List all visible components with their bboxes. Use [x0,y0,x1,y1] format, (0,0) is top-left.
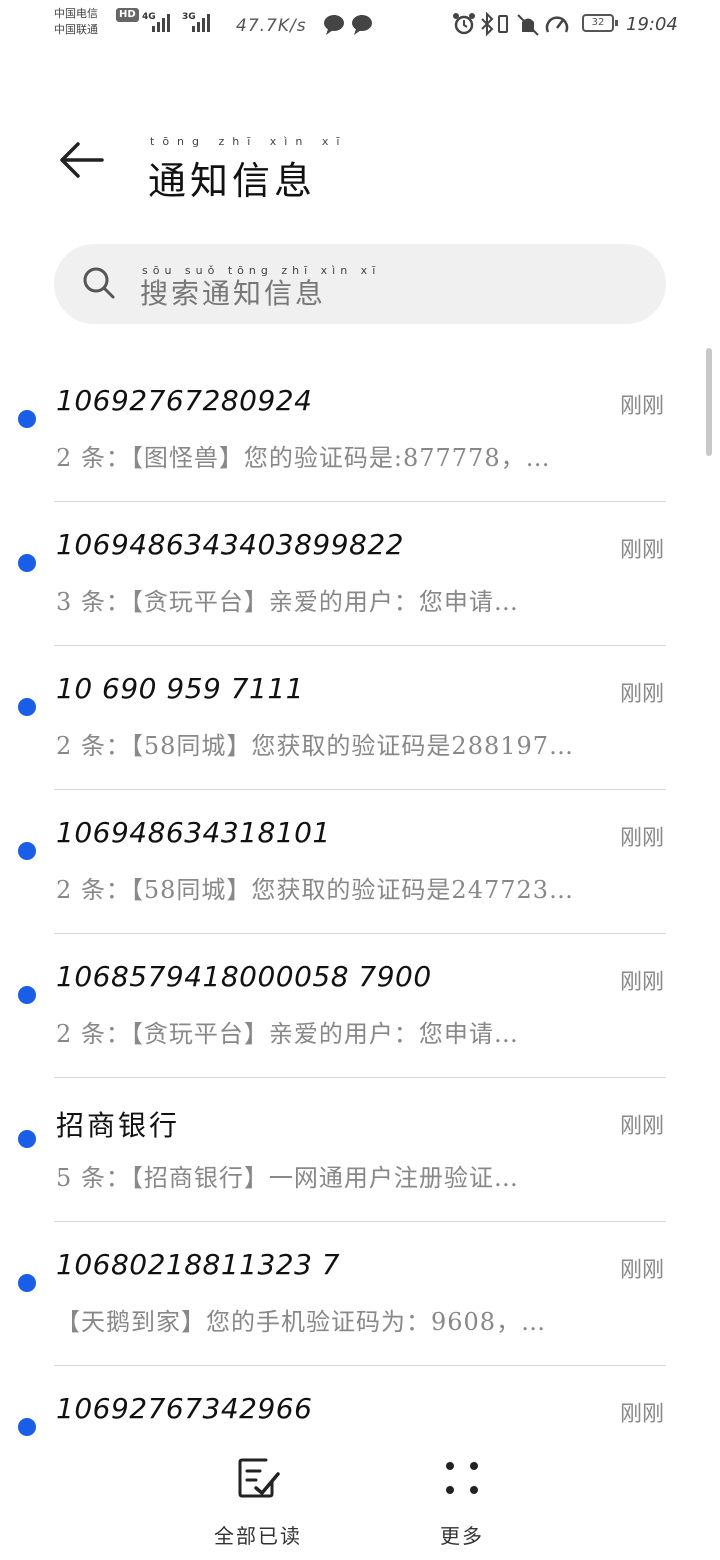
message-time: 刚刚 [619,394,664,419]
message-item[interactable]: 1069486343403899822 刚刚 3 条：【贪玩平台】亲爱的用户：您… [0,502,720,646]
message-preview: 2 条：【58同城】您获取的验证码是288197… [56,732,575,760]
unread-dot [18,842,36,860]
bottom-action-bar: 全部已读 更多 [0,1436,720,1560]
message-item[interactable]: 10 690 959 7111 刚刚 2 条：【58同城】您获取的验证码是288… [0,646,720,790]
message-preview: 2 条：【贪玩平台】亲爱的用户：您申请… [56,1020,519,1048]
unread-dot [18,1274,36,1292]
signal-strength-icon [152,14,170,32]
unread-dot [18,698,36,716]
network-speed: 47.7K/s [236,16,307,36]
carrier-info: 中国电信 中国联通 [54,6,98,38]
mark-all-read-label: 全部已读 [214,1524,302,1548]
message-sender: 106948634318101 [56,816,331,849]
message-preview: 3 条：【贪玩平台】亲爱的用户：您申请… [56,588,519,616]
message-sender: 10692767342966 [56,1392,313,1425]
message-time: 刚刚 [619,1114,664,1139]
mark-read-icon [238,1458,280,1498]
carrier-2: 中国联通 [54,23,98,36]
clock: 19:04 [626,14,678,35]
message-sender: 10 690 959 7111 [56,672,304,705]
unread-dot [18,986,36,1004]
unread-dot [18,1130,36,1148]
search-box[interactable]: sōu suǒ tōng zhī xìn xī [54,244,666,324]
message-time: 刚刚 [619,538,664,563]
chat-notification-icon [324,15,372,35]
more-dots-icon [446,1462,478,1494]
search-input[interactable] [138,276,622,311]
carrier-1: 中国电信 [54,7,98,20]
search-icon [83,267,115,299]
message-time: 刚刚 [619,1258,664,1283]
back-arrow-icon[interactable] [56,134,108,186]
message-item[interactable]: 10692767280924 刚刚 2 条：【图怪兽】您的验证码是:877778… [0,358,720,502]
message-sender: 10680218811323 7 [56,1248,341,1281]
message-sender: 招商银行 [56,1109,181,1142]
message-time: 刚刚 [619,970,664,995]
mark-all-read-button[interactable]: 全部已读 [188,1456,328,1552]
message-time: 刚刚 [619,682,664,707]
unread-dot [18,410,36,428]
status-bar: 中国电信 中国联通 HD 4G 3G 47.7K/s 32 19:04 [0,0,720,56]
message-preview: 5 条：【招商银行】一网通用户注册验证… [56,1164,519,1192]
message-time: 刚刚 [619,1402,664,1427]
message-item[interactable]: 1068579418000058 7900 刚刚 2 条：【贪玩平台】亲爱的用户… [0,934,720,1078]
signal-strength-icon [192,14,210,32]
message-sender: 1068579418000058 7900 [56,960,432,993]
battery-icon: 32 [582,14,618,32]
message-item[interactable]: 10692767342966 刚刚 [0,1366,720,1436]
message-time: 刚刚 [619,826,664,851]
message-item[interactable]: 10680218811323 7 刚刚 【天鹅到家】您的手机验证码为：9608，… [0,1222,720,1366]
message-item[interactable]: 106948634318101 刚刚 2 条：【58同城】您获取的验证码是247… [0,790,720,934]
more-button[interactable]: 更多 [392,1456,532,1552]
scrollbar[interactable] [706,348,712,456]
title-pinyin: tōng zhī xìn xī [150,135,348,148]
hd-badge: HD [116,8,139,22]
unread-dot [18,1418,36,1436]
unread-dot [18,554,36,572]
message-sender: 1069486343403899822 [56,528,404,561]
message-item[interactable]: 招商银行 刚刚 5 条：【招商银行】一网通用户注册验证… [0,1078,720,1222]
message-preview: 【天鹅到家】您的手机验证码为：9608，… [56,1308,547,1336]
message-sender: 10692767280924 [56,384,313,417]
system-status-icons [453,12,569,37]
more-label: 更多 [440,1524,484,1548]
message-preview: 2 条：【58同城】您获取的验证码是247723… [56,876,575,904]
message-preview: 2 条：【图怪兽】您的验证码是:877778，… [56,444,551,472]
page-title: 通知信息 [148,159,317,203]
